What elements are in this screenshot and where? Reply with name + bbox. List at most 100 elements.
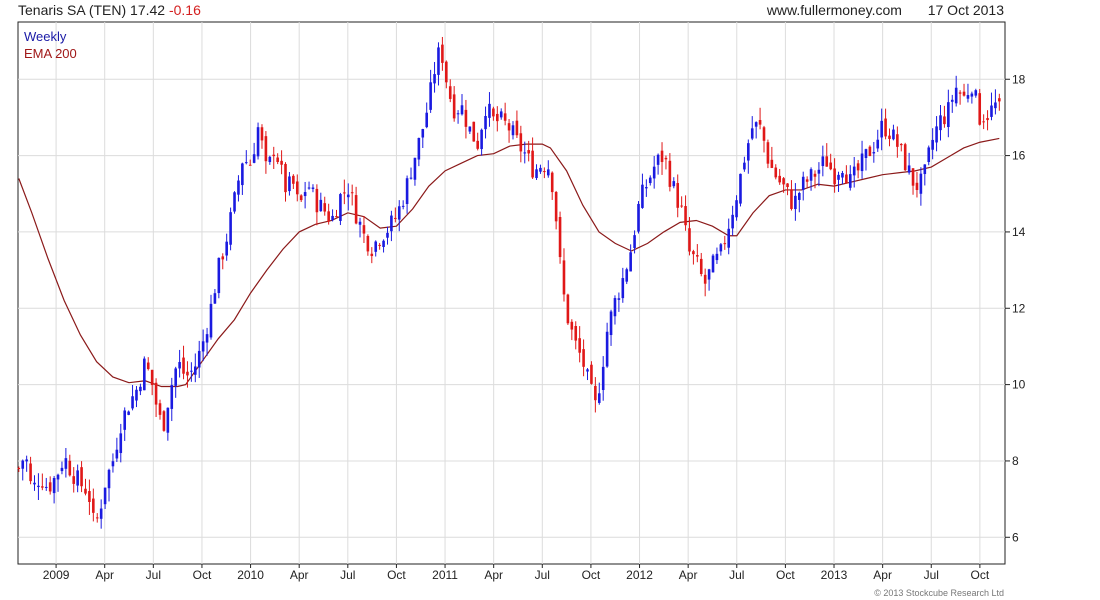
- candle-body: [37, 485, 40, 488]
- x-tick-label: Oct: [776, 568, 795, 582]
- candle-body: [492, 108, 495, 117]
- candle-body: [947, 102, 950, 128]
- candle-body: [907, 165, 911, 173]
- candle-body: [970, 93, 974, 97]
- candlestick-chart: 681012141618 2009 Apr Jul Oct 2010 Apr Jul Oct 2…: [17, 21, 1026, 582]
- candle-body: [919, 173, 923, 194]
- candle-body: [660, 150, 664, 163]
- x-tick-label: 2012: [626, 568, 653, 582]
- candle-body: [590, 364, 593, 384]
- candle-body: [217, 257, 221, 294]
- candle-body: [739, 173, 742, 204]
- candle-body: [299, 195, 303, 201]
- candle-body: [801, 176, 805, 190]
- candle-body: [394, 217, 397, 219]
- candle-body: [535, 169, 538, 179]
- candle-body: [433, 74, 436, 84]
- candle-body: [496, 113, 499, 122]
- candle-body: [68, 460, 72, 476]
- candle-body: [437, 47, 440, 75]
- candle-body: [735, 200, 738, 218]
- candle-up: [711, 253, 715, 273]
- candle-body: [892, 129, 895, 140]
- candle-body: [72, 476, 76, 484]
- candle-body: [652, 166, 656, 179]
- candle-body: [280, 160, 283, 165]
- candle-body: [648, 177, 652, 184]
- candle-down: [903, 142, 907, 171]
- candle-body: [935, 126, 938, 143]
- candle-body: [378, 244, 381, 246]
- candle-body: [488, 103, 491, 118]
- candle-body: [33, 482, 36, 485]
- candle-body: [401, 205, 405, 207]
- y-axis: 6 8 10 12 14 16 18: [1005, 72, 1026, 544]
- candle-body: [860, 153, 864, 172]
- candle-body: [778, 175, 781, 183]
- y-tick-label: 6: [1012, 530, 1019, 544]
- candle-down: [978, 88, 982, 126]
- candle-body: [464, 109, 468, 127]
- candle-body: [550, 172, 554, 193]
- candle-body: [221, 256, 225, 260]
- candle-body: [974, 90, 978, 96]
- plot-area: [17, 21, 1006, 565]
- candle-body: [241, 163, 244, 186]
- candle-body: [166, 407, 170, 433]
- candle-body: [586, 369, 589, 372]
- x-axis: 2009 Apr Jul Oct 2010 Apr Jul Oct 2011 Apr Jul Oct 2…: [43, 564, 990, 582]
- candle-body: [370, 253, 374, 257]
- candle-body: [766, 142, 770, 164]
- candle-body: [374, 241, 378, 252]
- candle-body: [135, 389, 138, 401]
- candle-body: [84, 488, 87, 494]
- candle-body: [186, 371, 189, 376]
- candle-body: [421, 129, 425, 138]
- candle-body: [354, 195, 358, 224]
- y-tick-label: 16: [1012, 149, 1026, 163]
- candle-body: [876, 139, 880, 149]
- candle-body: [358, 221, 362, 225]
- candle-body: [621, 278, 625, 299]
- candle-body: [413, 157, 417, 180]
- candle-body: [727, 228, 731, 248]
- x-tick-label: Jul: [535, 568, 550, 582]
- candle-body: [158, 403, 162, 415]
- candle-body: [684, 206, 687, 226]
- candle-body: [229, 212, 232, 245]
- candle-down: [868, 145, 872, 157]
- candle-body: [476, 140, 479, 149]
- candle-body: [303, 192, 307, 197]
- candle-body: [252, 154, 256, 163]
- candle-body: [570, 321, 574, 330]
- candle-body: [794, 195, 797, 210]
- candle-body: [868, 146, 872, 157]
- candle-body: [958, 92, 962, 94]
- candle-body: [872, 152, 876, 154]
- candle-body: [397, 206, 401, 220]
- candle-body: [194, 366, 197, 375]
- x-tick-label: Oct: [193, 568, 212, 582]
- candle-body: [982, 121, 985, 123]
- x-tick-label: Jul: [924, 568, 939, 582]
- candle-up: [143, 356, 146, 391]
- candle-body: [260, 127, 264, 141]
- candle-body: [233, 192, 236, 212]
- y-tick-label: 10: [1012, 378, 1026, 392]
- candle-body: [641, 184, 644, 208]
- candle-body: [703, 274, 707, 284]
- candle-body: [244, 162, 248, 164]
- candle-body: [645, 187, 648, 189]
- candle-body: [852, 166, 856, 176]
- candle-body: [327, 211, 330, 222]
- candle-body: [680, 205, 683, 207]
- candle-body: [335, 216, 338, 218]
- candle-body: [707, 269, 711, 280]
- candle-body: [696, 255, 699, 257]
- candle-body: [441, 44, 444, 63]
- candle-body: [362, 225, 366, 234]
- candle-body: [990, 105, 993, 117]
- candle-body: [954, 87, 958, 104]
- candle-body: [205, 334, 209, 343]
- candle-body: [452, 94, 456, 119]
